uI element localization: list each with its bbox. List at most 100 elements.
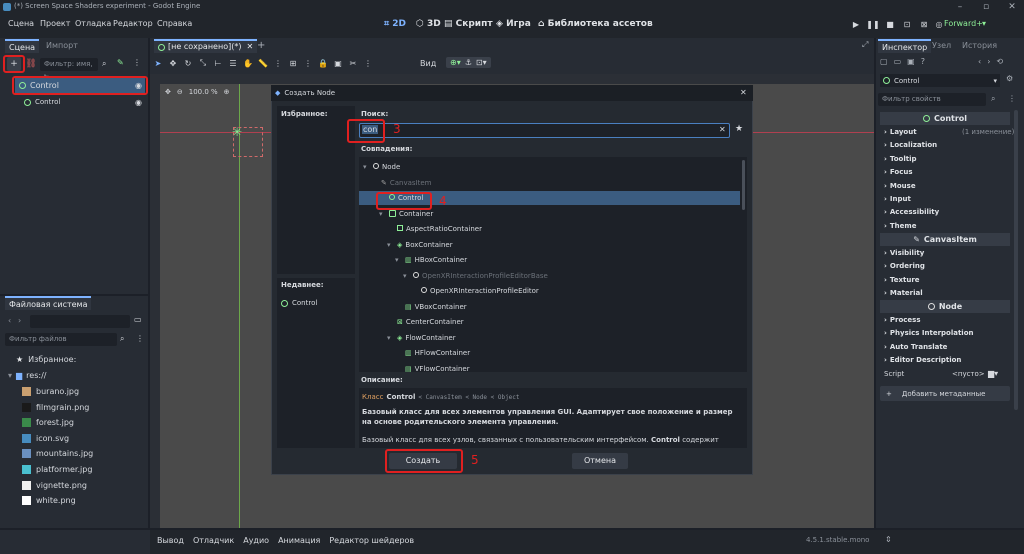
ruler-icon[interactable]: 📏: [257, 59, 269, 68]
menu-debug[interactable]: Отладка: [75, 19, 111, 28]
chevron-down-icon[interactable]: ▾: [403, 272, 410, 280]
bottom-tab-shader-editor[interactable]: Редактор шейдеров: [329, 536, 414, 545]
script-add-icon[interactable]: ✎: [117, 58, 124, 67]
menu-scene[interactable]: Сцена: [8, 19, 34, 28]
move-tool-icon[interactable]: ✥: [167, 59, 179, 68]
menu-editor[interactable]: Редактор: [113, 19, 153, 28]
tab-filesystem[interactable]: Файловая система: [5, 296, 92, 310]
maximize-icon[interactable]: ▫: [974, 0, 998, 14]
menu-help[interactable]: Справка: [157, 19, 192, 28]
nav-forward-icon[interactable]: ›: [18, 316, 21, 325]
layout-preset-icon[interactable]: ⊡▾: [476, 58, 487, 67]
script-value[interactable]: <пусто>: [952, 370, 985, 378]
file-item[interactable]: forest.jpg: [22, 418, 74, 428]
property-group-layout[interactable]: › Layout: [884, 128, 917, 136]
node-search-input[interactable]: [359, 123, 730, 138]
visibility-icon[interactable]: ⋮: [362, 59, 374, 68]
object-selector[interactable]: Control ▾: [880, 74, 1000, 87]
grid-snap-icon[interactable]: ⊞: [287, 59, 299, 68]
tree-item-flowcontainer[interactable]: ▾ ◈ FlowContainer: [387, 334, 456, 342]
tree-item-openxrinteractionprofileeditorbase[interactable]: ▾ OpenXRInteractionProfileEditorBase: [403, 271, 548, 280]
zoom-level[interactable]: 100.0 %: [189, 88, 218, 96]
dialog-close-icon[interactable]: ✕: [740, 88, 747, 97]
tree-root-node[interactable]: Control ◉: [15, 78, 145, 93]
history-icon[interactable]: ⟲: [996, 57, 1003, 66]
file-item[interactable]: vignette.png: [22, 480, 87, 490]
lock-icon[interactable]: 🔒: [317, 59, 329, 68]
zoom-in-icon[interactable]: ⊕: [224, 88, 230, 96]
tree-item-aspectratiocontainer[interactable]: AspectRatioContainer: [387, 225, 482, 233]
layout-toggle-icon[interactable]: ▭: [134, 315, 142, 324]
bottom-tab-animation[interactable]: Анимация: [278, 536, 320, 545]
file-item[interactable]: filmgrain.png: [22, 402, 89, 412]
pin-icon[interactable]: ⚓: [465, 58, 472, 67]
menu-project[interactable]: Проект: [40, 19, 70, 28]
inspector-scrollbar[interactable]: [1014, 110, 1018, 410]
tree-scrollbar[interactable]: [742, 160, 745, 210]
file-item[interactable]: mountains.jpg: [22, 449, 93, 459]
eye-icon[interactable]: ◉: [135, 98, 142, 107]
nav-back-icon[interactable]: ‹: [8, 316, 11, 325]
property-group-physics-interpolation[interactable]: › Physics Interpolation: [884, 329, 974, 337]
chevron-down-icon[interactable]: ▾: [379, 210, 386, 218]
back-icon[interactable]: ‹: [978, 57, 981, 66]
snap-icon[interactable]: ⋮: [272, 59, 284, 68]
bottom-tab-audio[interactable]: Аудио: [243, 536, 269, 545]
property-group-mouse[interactable]: › Mouse: [884, 182, 916, 190]
workspace-2d[interactable]: ⌗ 2D: [384, 19, 406, 29]
rotate-tool-icon[interactable]: ↻: [182, 59, 194, 68]
list-tool-icon[interactable]: ☰: [227, 59, 239, 68]
scene-filter-input[interactable]: Фильтр: имя, t:: [40, 58, 98, 81]
property-filter-input[interactable]: Фильтр свойств: [878, 93, 986, 106]
more-icon[interactable]: ⋮: [302, 59, 314, 68]
property-group-theme[interactable]: › Theme: [884, 222, 916, 230]
anchor-icon[interactable]: ⊕▾: [450, 58, 461, 67]
filter-settings-icon[interactable]: ⌕: [991, 94, 995, 104]
object-menu-icon[interactable]: ⚙: [1006, 74, 1013, 83]
chevron-down-icon[interactable]: ▾: [363, 163, 370, 171]
property-group-texture[interactable]: › Texture: [884, 276, 920, 284]
help-icon[interactable]: ?: [921, 57, 925, 66]
bottom-tab-output[interactable]: Вывод: [157, 536, 184, 545]
play-scene-icon[interactable]: ⊡: [900, 18, 914, 32]
search-icon[interactable]: ⌕: [120, 334, 124, 344]
zoom-out-icon[interactable]: ⊖: [177, 88, 183, 96]
distraction-free-icon[interactable]: ⤢: [862, 40, 868, 50]
workspace-assetlib[interactable]: ⌂ Библиотека ассетов: [538, 19, 653, 29]
layout-icon[interactable]: ⇕: [885, 535, 892, 544]
favorites-row[interactable]: ★ Избранное:: [16, 355, 76, 364]
tree-item-vflowcontainer[interactable]: ▤ VFlowContainer: [395, 365, 470, 373]
property-group-material[interactable]: › Material: [884, 289, 923, 297]
workspace-game[interactable]: ◈ Игра: [496, 19, 531, 29]
cancel-button[interactable]: Отмена: [572, 453, 628, 469]
property-group-focus[interactable]: › Focus: [884, 168, 913, 176]
file-filter-input[interactable]: Фильтр файлов: [5, 333, 117, 346]
tree-child-node[interactable]: Control ◉: [24, 96, 148, 108]
move-icon[interactable]: ✥: [165, 88, 171, 96]
section-canvasitem[interactable]: ✎ CanvasItem: [880, 233, 1010, 246]
pivot-icon[interactable]: ✳: [232, 126, 246, 140]
anchor-toolbar[interactable]: ⊕▾ ⚓ ⊡▾: [446, 57, 491, 68]
search-icon[interactable]: ⌕: [102, 59, 106, 69]
file-item[interactable]: icon.svg: [22, 433, 69, 443]
scale-tool-icon[interactable]: ⤡: [197, 58, 209, 68]
file-item[interactable]: platformer.jpg: [22, 465, 92, 474]
tab-scene-file[interactable]: [не сохранено](*) ✕: [154, 39, 258, 53]
play-icon[interactable]: ▶: [849, 18, 863, 32]
section-control[interactable]: Control: [880, 112, 1010, 125]
add-tab-icon[interactable]: +: [257, 40, 265, 51]
create-button[interactable]: Создать: [389, 453, 457, 469]
property-group-auto-translate[interactable]: › Auto Translate: [884, 343, 947, 351]
file-item[interactable]: white.png: [22, 496, 76, 506]
minimize-icon[interactable]: –: [948, 0, 972, 14]
property-group-localization[interactable]: › Localization: [884, 141, 937, 149]
tab-node[interactable]: Узел: [928, 39, 955, 53]
res-root-row[interactable]: ▾ ▆ res://: [8, 371, 46, 380]
clear-search-icon[interactable]: ✕: [719, 125, 726, 134]
bone-icon[interactable]: ✂: [347, 59, 359, 68]
tab-import[interactable]: Импорт: [42, 39, 82, 53]
select-tool-icon[interactable]: ➤: [152, 59, 164, 68]
workspace-3d[interactable]: ⬡ 3D: [416, 19, 441, 29]
group-icon[interactable]: ▣: [332, 59, 344, 68]
property-group-visibility[interactable]: › Visibility: [884, 249, 924, 257]
